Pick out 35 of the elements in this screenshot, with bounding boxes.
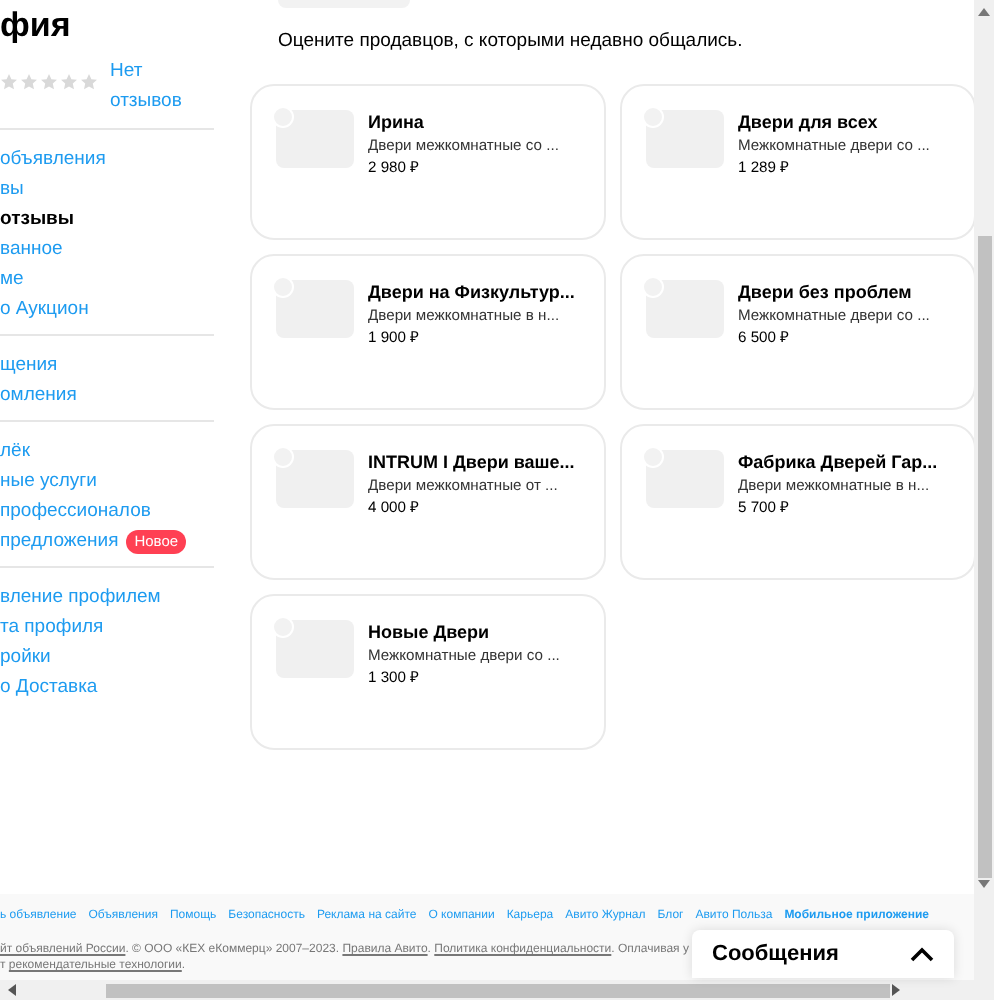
up-arrow-icon[interactable] — [978, 6, 990, 18]
seller-name: Двери на Физкультур... — [368, 280, 575, 304]
sidebar-item[interactable]: отзывы — [0, 208, 75, 230]
chevron-up-icon[interactable] — [910, 946, 934, 962]
down-arrow-icon[interactable] — [978, 878, 990, 890]
sidebar-item[interactable]: о Доставка — [0, 676, 98, 698]
seller-name: Двери для всех — [738, 110, 880, 134]
sidebar-item[interactable]: та профиля — [0, 616, 104, 638]
seller-name: INTRUM I Двери ваше... — [368, 450, 575, 474]
sidebar-item[interactable]: профессионалов — [0, 500, 151, 522]
sidebar-item[interactable]: вление профилем — [0, 586, 161, 608]
left-arrow-icon[interactable] — [6, 984, 18, 996]
sidebar-item[interactable]: ройки — [0, 646, 51, 668]
scroll-thumb[interactable] — [106, 983, 890, 997]
sidebar-item[interactable]: щения — [0, 354, 58, 376]
sidebar-item[interactable]: омления — [0, 384, 77, 406]
seller-name: Двери без проблем — [738, 280, 914, 304]
sidebar-item[interactable]: о Аукцион — [0, 298, 89, 320]
messages-panel[interactable]: Сообщения — [692, 930, 954, 978]
sidebar-item[interactable]: ванное — [0, 238, 63, 260]
sidebar-item[interactable]: ме — [0, 268, 24, 290]
sidebar-item[interactable]: объявления — [0, 148, 106, 170]
right-arrow-icon[interactable] — [890, 984, 902, 996]
seller-name: Ирина — [368, 110, 426, 134]
messages-title: Сообщения — [712, 942, 839, 966]
sidebar-item[interactable]: ные услуги — [0, 470, 97, 492]
sidebar-item[interactable]: вы — [0, 178, 24, 200]
page-title: фия — [0, 4, 73, 48]
reviews-link[interactable]: Нет отзывов — [110, 56, 190, 116]
sidebar-item[interactable]: лёк — [0, 440, 30, 462]
seller-name: Новые Двери — [368, 620, 492, 644]
sidebar-item[interactable]: предложения — [0, 530, 119, 552]
scroll-thumb[interactable] — [977, 236, 991, 878]
intro-text: Оцените продавцов, с которыми недавно общались. — [278, 30, 745, 56]
seller-name: Фабрика Дверей Гар... — [738, 450, 938, 474]
